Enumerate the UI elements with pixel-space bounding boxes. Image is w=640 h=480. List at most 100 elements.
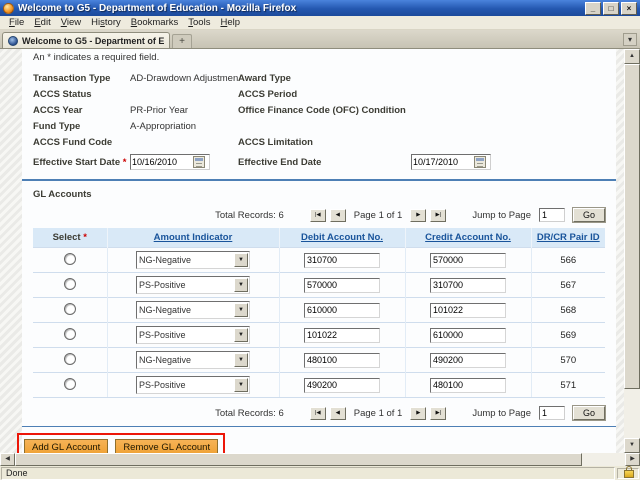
amount-indicator-select[interactable]: NG-Negative▼	[136, 351, 250, 369]
credit-account-input[interactable]	[430, 303, 506, 318]
total-records-label: Total Records: 6	[215, 210, 284, 221]
end-date-label: Effective End Date	[238, 157, 411, 168]
table-header-row: Select * Amount Indicator Debit Account …	[33, 228, 605, 248]
browser-window: Welcome to G5 - Department of Education …	[0, 0, 640, 480]
jump-to-page-input[interactable]	[539, 208, 565, 222]
chevron-down-icon: ▼	[234, 303, 248, 317]
amount-indicator-select[interactable]: NG-Negative▼	[136, 251, 250, 269]
menu-edit[interactable]: Edit	[29, 17, 55, 28]
scroll-right-button[interactable]: ▶	[625, 453, 640, 466]
required-asterisk: *	[123, 157, 127, 168]
tab-bar: Welcome to G5 - Department of Edu... + ▾	[0, 30, 640, 49]
amount-indicator-select[interactable]: NG-Negative▼	[136, 301, 250, 319]
vscroll-thumb[interactable]	[624, 64, 640, 389]
go-button[interactable]: Go	[573, 208, 605, 222]
minimize-button[interactable]: _	[585, 2, 601, 15]
select-radio[interactable]	[64, 378, 76, 390]
prev-page-button[interactable]: ◀	[330, 209, 346, 222]
calendar-icon[interactable]	[474, 156, 486, 168]
g5-form-page: An * indicates a required field. Transac…	[22, 49, 616, 453]
select-radio[interactable]	[64, 278, 76, 290]
jump-to-page-label: Jump to Page	[472, 210, 531, 221]
hscroll-track[interactable]	[15, 453, 625, 466]
add-gl-account-button[interactable]: Add GL Account	[24, 439, 108, 453]
menu-help[interactable]: Help	[215, 17, 245, 28]
col-credit-account: Credit Account No.	[405, 228, 531, 248]
menu-tools[interactable]: Tools	[183, 17, 215, 28]
debit-account-input[interactable]	[304, 378, 380, 393]
select-radio[interactable]	[64, 303, 76, 315]
list-all-tabs-button[interactable]: ▾	[623, 33, 637, 46]
pair-id-value: 567	[560, 280, 576, 291]
credit-account-input[interactable]	[430, 278, 506, 293]
field-label: Fund Type	[33, 121, 130, 132]
select-radio[interactable]	[64, 353, 76, 365]
go-button[interactable]: Go	[573, 406, 605, 420]
debit-account-input[interactable]	[304, 278, 380, 293]
amount-indicator-select[interactable]: PS-Positive▼	[136, 276, 250, 294]
remove-gl-account-button[interactable]: Remove GL Account	[115, 439, 218, 453]
end-date-input[interactable]	[412, 157, 474, 167]
select-radio[interactable]	[64, 328, 76, 340]
new-tab-button[interactable]: +	[172, 34, 192, 48]
debit-account-input[interactable]	[304, 253, 380, 268]
chevron-down-icon: ▼	[234, 353, 248, 367]
restore-button[interactable]: □	[603, 2, 619, 15]
next-page-button[interactable]: ▶	[410, 209, 426, 222]
vscroll-track[interactable]	[624, 64, 640, 438]
security-panel	[617, 468, 639, 479]
scroll-up-button[interactable]: ▲	[624, 49, 640, 64]
sort-debit-account[interactable]: Debit Account No.	[301, 232, 383, 243]
tab-welcome-g5[interactable]: Welcome to G5 - Department of Edu...	[2, 32, 170, 48]
table-row: PS-Positive▼ 571	[33, 373, 605, 398]
horizontal-scrollbar[interactable]: ◀ ▶	[0, 453, 640, 466]
status-bar: Done	[0, 466, 640, 480]
menu-bookmarks[interactable]: Bookmarks	[126, 17, 184, 28]
debit-account-input[interactable]	[304, 303, 380, 318]
table-row: NG-Negative▼ 570	[33, 348, 605, 373]
credit-account-input[interactable]	[430, 253, 506, 268]
first-page-button[interactable]: |◀	[310, 407, 326, 420]
lock-icon	[624, 469, 633, 478]
debit-account-input[interactable]	[304, 353, 380, 368]
transaction-details: Transaction Type AD-Drawdown Adjustments…	[33, 73, 605, 148]
pager-top: Total Records: 6 |◀ ◀ Page 1 of 1 ▶ ▶| J…	[33, 208, 605, 222]
scroll-down-button[interactable]: ▼	[624, 438, 640, 453]
sort-credit-account[interactable]: Credit Account No.	[425, 232, 511, 243]
credit-account-input[interactable]	[430, 328, 506, 343]
field-label: Office Finance Code (OFC) Condition	[238, 105, 411, 116]
amount-indicator-select[interactable]: PS-Positive▼	[136, 376, 250, 394]
select-radio[interactable]	[64, 253, 76, 265]
credit-account-input[interactable]	[430, 353, 506, 368]
field-label: ACCS Limitation	[238, 137, 411, 148]
last-page-button[interactable]: ▶|	[430, 407, 446, 420]
jump-to-page-input[interactable]	[539, 406, 565, 420]
scroll-left-button[interactable]: ◀	[0, 453, 15, 466]
pair-id-value: 570	[560, 355, 576, 366]
jump-to-page-label: Jump to Page	[472, 408, 531, 419]
menu-file[interactable]: File	[4, 17, 29, 28]
red-highlight-annotation: Add GL Account Remove GL Account	[17, 433, 225, 453]
table-row: PS-Positive▼ 569	[33, 323, 605, 348]
vertical-scrollbar[interactable]: ▲ ▼	[624, 49, 640, 453]
col-amount-indicator: Amount Indicator	[107, 228, 279, 248]
sort-amount-indicator[interactable]: Amount Indicator	[154, 232, 233, 243]
menu-view[interactable]: View	[56, 17, 86, 28]
field-label: ACCS Year	[33, 105, 130, 116]
credit-account-input[interactable]	[430, 378, 506, 393]
field-label: ACCS Period	[238, 89, 411, 100]
menu-history[interactable]: History	[86, 17, 126, 28]
close-button[interactable]: ×	[621, 2, 637, 15]
debit-account-input[interactable]	[304, 328, 380, 343]
prev-page-button[interactable]: ◀	[330, 407, 346, 420]
next-page-button[interactable]: ▶	[410, 407, 426, 420]
sort-pair-id[interactable]: DR/CR Pair ID	[537, 232, 600, 243]
amount-indicator-select[interactable]: PS-Positive▼	[136, 326, 250, 344]
last-page-button[interactable]: ▶|	[430, 209, 446, 222]
first-page-button[interactable]: |◀	[310, 209, 326, 222]
calendar-icon[interactable]	[193, 156, 205, 168]
hscroll-thumb[interactable]	[15, 453, 582, 466]
window-title: Welcome to G5 - Department of Education …	[18, 3, 581, 14]
chevron-down-icon: ▼	[234, 328, 248, 342]
start-date-input[interactable]	[131, 157, 193, 167]
